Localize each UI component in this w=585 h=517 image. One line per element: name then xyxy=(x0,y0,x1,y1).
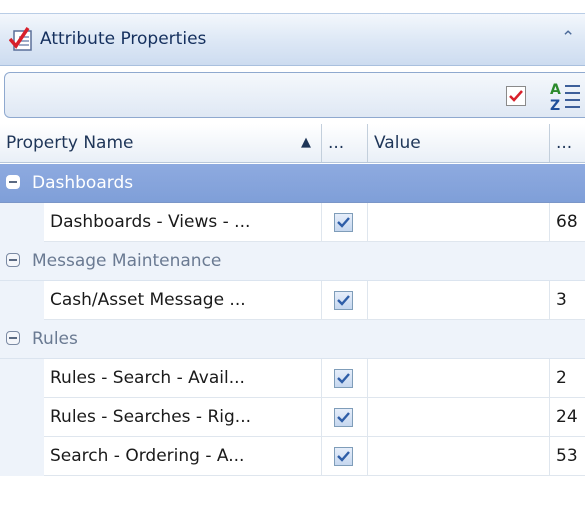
row-gutter xyxy=(0,359,44,398)
sort-ascending-icon: ▲ xyxy=(301,135,311,150)
az-sort-icon[interactable]: A Z xyxy=(548,80,582,114)
row-gutter xyxy=(0,281,44,320)
checkmark-icon xyxy=(337,217,350,228)
column-header-label: ... xyxy=(556,133,573,153)
collapse-chevron-icon[interactable]: ⌃ xyxy=(561,28,575,48)
property-number-cell: 2 xyxy=(556,368,567,388)
property-checkbox[interactable] xyxy=(334,447,353,466)
property-row[interactable]: Dashboards - Views - ... 68 xyxy=(0,203,585,242)
svg-text:A: A xyxy=(550,82,561,98)
category-row-message-maintenance[interactable]: Message Maintenance xyxy=(0,242,585,281)
property-checkbox-cell xyxy=(322,203,368,242)
property-value-cell[interactable] xyxy=(368,359,550,398)
property-name-cell: Dashboards - Views - ... xyxy=(44,203,322,242)
property-name-cell: Rules - Search - Avail... xyxy=(44,359,322,398)
svg-text:Z: Z xyxy=(550,98,560,114)
row-gutter xyxy=(0,437,44,476)
column-header-extra[interactable]: ... xyxy=(550,124,585,162)
property-checkbox[interactable] xyxy=(334,408,353,427)
property-checkbox[interactable] xyxy=(334,369,353,388)
category-label: Dashboards xyxy=(32,173,134,193)
checkbox-red-check-icon xyxy=(509,90,523,102)
checkmark-icon xyxy=(337,412,350,423)
toolbar: A Z xyxy=(0,66,585,122)
property-row[interactable]: Cash/Asset Message ... 3 xyxy=(0,281,585,320)
attribute-properties-panel: Attribute Properties ⌃ A Z Property Name… xyxy=(0,0,585,517)
grid-header: Property Name ▲ ... Value ... xyxy=(0,124,585,163)
property-number-cell: 24 xyxy=(556,407,578,427)
property-name-cell: Search - Ordering - A... xyxy=(44,437,322,476)
filter-checked-button[interactable] xyxy=(506,86,526,106)
column-header-label: Value xyxy=(374,133,421,153)
toolbar-frame xyxy=(4,72,585,118)
checkmark-icon xyxy=(337,295,350,306)
checkmark-icon xyxy=(337,451,350,462)
column-header-value[interactable]: Value xyxy=(368,124,550,162)
property-number-cell: 53 xyxy=(556,446,578,466)
property-number-cell: 3 xyxy=(556,290,567,310)
checklist-icon xyxy=(9,27,32,51)
property-row[interactable]: Rules - Search - Avail... 2 xyxy=(0,359,585,398)
property-value-cell[interactable] xyxy=(368,398,550,437)
checkmark-icon xyxy=(337,373,350,384)
collapse-toggle-icon[interactable] xyxy=(6,175,20,189)
row-gutter xyxy=(0,398,44,437)
column-header-label: Property Name xyxy=(6,133,134,153)
property-checkbox-cell xyxy=(322,398,368,437)
property-row[interactable]: Search - Ordering - A... 53 xyxy=(0,437,585,476)
panel-title: Attribute Properties xyxy=(40,29,207,49)
category-row-dashboards[interactable]: Dashboards xyxy=(0,164,585,203)
property-name-cell: Cash/Asset Message ... xyxy=(44,281,322,320)
category-label: Rules xyxy=(32,329,78,349)
property-checkbox-cell xyxy=(322,281,368,320)
property-checkbox[interactable] xyxy=(334,291,353,310)
property-value-cell[interactable] xyxy=(368,437,550,476)
category-row-rules[interactable]: Rules xyxy=(0,320,585,359)
property-checkbox-cell xyxy=(322,359,368,398)
property-checkbox[interactable] xyxy=(334,213,353,232)
property-value-cell[interactable] xyxy=(368,281,550,320)
property-row[interactable]: Rules - Searches - Rig... 24 xyxy=(0,398,585,437)
collapse-toggle-icon[interactable] xyxy=(6,331,20,345)
property-value-cell[interactable] xyxy=(368,203,550,242)
category-label: Message Maintenance xyxy=(32,251,222,271)
panel-title-bar: Attribute Properties ⌃ xyxy=(0,13,585,66)
property-name-cell: Rules - Searches - Rig... xyxy=(44,398,322,437)
column-header-property-name[interactable]: Property Name ▲ xyxy=(0,124,322,162)
column-header-ellipsis[interactable]: ... xyxy=(322,124,368,162)
property-number-cell: 68 xyxy=(556,212,578,232)
property-checkbox-cell xyxy=(322,437,368,476)
row-gutter xyxy=(0,203,44,242)
collapse-toggle-icon[interactable] xyxy=(6,253,20,267)
column-header-label: ... xyxy=(328,133,345,153)
